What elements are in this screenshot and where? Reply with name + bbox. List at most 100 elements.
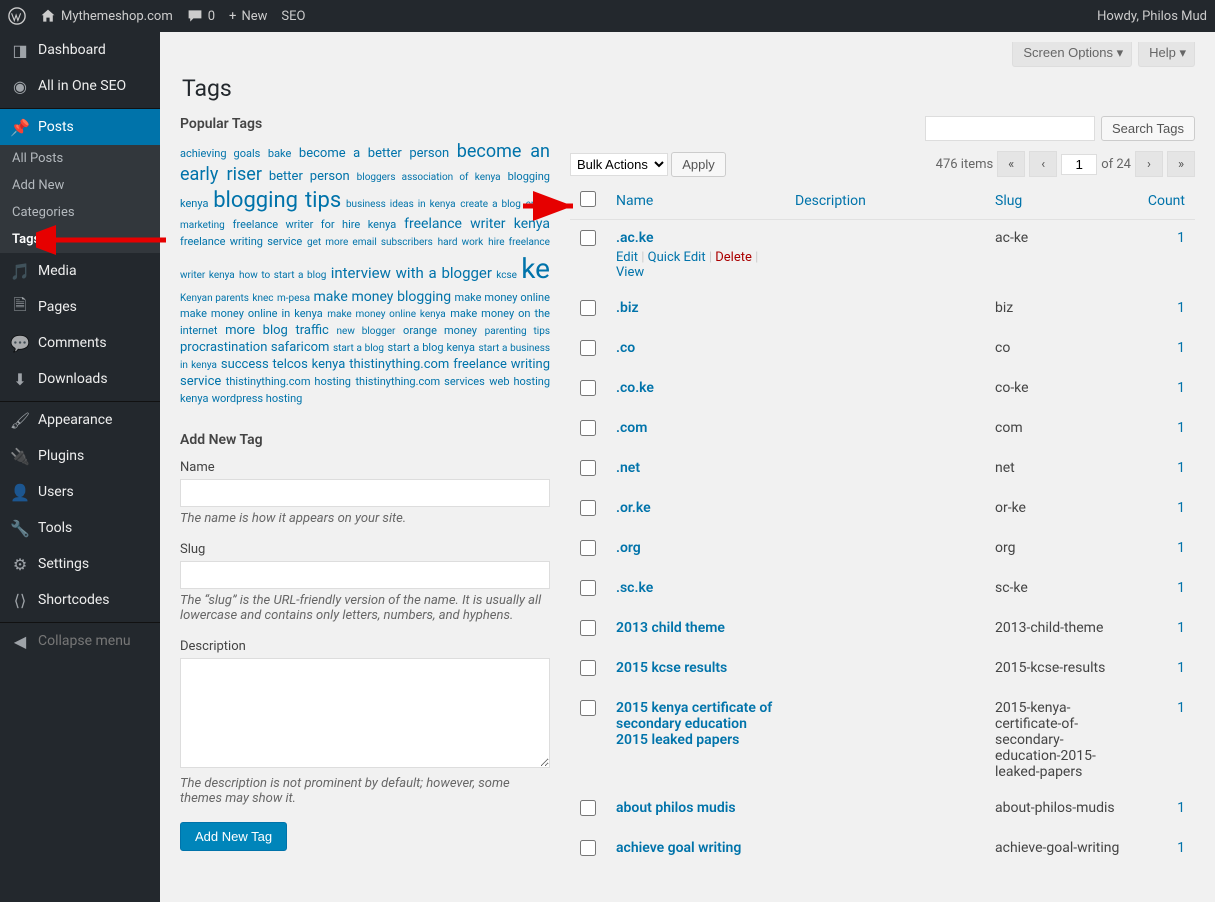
tagcloud-link[interactable]: bake bbox=[268, 147, 291, 160]
tag-name-link[interactable]: .net bbox=[616, 460, 640, 476]
tag-name-link[interactable]: about philos mudis bbox=[616, 800, 736, 816]
tagcloud-link[interactable]: hard work bbox=[438, 237, 484, 248]
tagcloud-link[interactable]: m-pesa bbox=[277, 293, 310, 304]
tag-slug-input[interactable] bbox=[180, 561, 550, 589]
tag-count-link[interactable]: 1 bbox=[1177, 580, 1185, 596]
add-new-tag-button[interactable]: Add New Tag bbox=[180, 822, 287, 851]
search-tags-button[interactable]: Search Tags bbox=[1101, 116, 1195, 141]
tagcloud-link[interactable]: safaricom bbox=[271, 340, 330, 355]
row-checkbox[interactable] bbox=[580, 840, 596, 856]
help-toggle[interactable]: Help ▾ bbox=[1138, 42, 1195, 67]
tagcloud-link[interactable]: make money online kenya bbox=[327, 309, 446, 320]
tag-name-link[interactable]: 2015 kcse results bbox=[616, 660, 727, 676]
tagcloud-link[interactable]: create a blog bbox=[460, 199, 521, 210]
tag-name-link[interactable]: 2013 child theme bbox=[616, 620, 725, 636]
submenu-add-new[interactable]: Add New bbox=[0, 172, 160, 199]
tagcloud-link[interactable]: achieving goals bbox=[180, 147, 260, 160]
menu-comments[interactable]: 💬Comments bbox=[0, 325, 160, 361]
last-page-button[interactable]: » bbox=[1167, 151, 1195, 177]
menu-appearance[interactable]: 🖌Appearance bbox=[0, 402, 160, 438]
menu-tools[interactable]: 🔧Tools bbox=[0, 510, 160, 546]
comments-link[interactable]: 0 bbox=[187, 8, 215, 24]
row-action-view[interactable]: View bbox=[616, 265, 644, 280]
row-checkbox[interactable] bbox=[580, 300, 596, 316]
tagcloud-link[interactable]: become a better person bbox=[299, 146, 449, 161]
tag-name-link[interactable]: .org bbox=[616, 540, 641, 556]
tag-count-link[interactable]: 1 bbox=[1177, 420, 1185, 436]
tagcloud-link[interactable]: bloggers association of kenya bbox=[357, 172, 501, 183]
tag-count-link[interactable]: 1 bbox=[1177, 300, 1185, 316]
tag-name-link[interactable]: 2015 kenya certificate of secondary educ… bbox=[616, 700, 772, 748]
tagcloud-link[interactable]: Kenyan parents bbox=[180, 293, 249, 304]
tagcloud-link[interactable]: new blogger bbox=[337, 326, 396, 337]
select-all-checkbox[interactable] bbox=[580, 191, 596, 207]
tagcloud-link[interactable]: wordpress hosting bbox=[212, 392, 303, 405]
tagcloud-link[interactable]: interview with a blogger bbox=[331, 264, 492, 282]
submenu-all-posts[interactable]: All Posts bbox=[0, 145, 160, 172]
row-checkbox[interactable] bbox=[580, 800, 596, 816]
row-checkbox[interactable] bbox=[580, 380, 596, 396]
row-checkbox[interactable] bbox=[580, 620, 596, 636]
row-action-delete[interactable]: Delete bbox=[715, 250, 752, 265]
tag-count-link[interactable]: 1 bbox=[1177, 460, 1185, 476]
tag-name-link[interactable]: .or.ke bbox=[616, 500, 651, 516]
menu-shortcodes[interactable]: ⟨⟩Shortcodes bbox=[0, 582, 160, 618]
menu-pages[interactable]: 🗎Pages bbox=[0, 289, 160, 325]
tag-search-input[interactable] bbox=[925, 116, 1095, 141]
column-slug[interactable]: Slug bbox=[985, 183, 1135, 220]
site-name[interactable]: Mythemeshop.com bbox=[40, 8, 173, 24]
tagcloud-link[interactable]: better person bbox=[269, 169, 350, 184]
row-action-quick-edit[interactable]: Quick Edit bbox=[648, 250, 706, 265]
tag-count-link[interactable]: 1 bbox=[1177, 700, 1185, 716]
tag-count-link[interactable]: 1 bbox=[1177, 340, 1185, 356]
menu-aioseo[interactable]: ◉All in One SEO bbox=[0, 68, 160, 104]
menu-plugins[interactable]: 🔌Plugins bbox=[0, 438, 160, 474]
tagcloud-link[interactable]: make money online bbox=[455, 291, 550, 304]
tag-name-link[interactable]: .sc.ke bbox=[616, 580, 653, 596]
tagcloud-link[interactable]: procrastination bbox=[180, 340, 267, 355]
tagcloud-link[interactable]: more blog traffic bbox=[225, 323, 329, 338]
column-count[interactable]: Count bbox=[1135, 183, 1195, 220]
bulk-action-select[interactable]: Bulk Actions bbox=[570, 153, 668, 176]
submenu-tags[interactable]: Tags bbox=[0, 226, 160, 253]
first-page-button[interactable]: « bbox=[997, 151, 1025, 177]
tagcloud-link[interactable]: telcos kenya bbox=[273, 357, 346, 372]
column-description[interactable]: Description bbox=[785, 183, 985, 220]
tagcloud-link[interactable]: start a blog kenya bbox=[387, 341, 475, 354]
screen-options-toggle[interactable]: Screen Options ▾ bbox=[1012, 42, 1132, 67]
tag-name-link[interactable]: .co.ke bbox=[616, 380, 654, 396]
menu-downloads[interactable]: ⬇Downloads bbox=[0, 361, 160, 397]
row-checkbox[interactable] bbox=[580, 660, 596, 676]
column-name[interactable]: Name bbox=[606, 183, 785, 220]
tagcloud-link[interactable]: blogging tips bbox=[213, 188, 341, 213]
tag-count-link[interactable]: 1 bbox=[1177, 500, 1185, 516]
tagcloud-link[interactable]: ke bbox=[521, 252, 550, 285]
tag-count-link[interactable]: 1 bbox=[1177, 660, 1185, 676]
tag-count-link[interactable]: 1 bbox=[1177, 620, 1185, 636]
tagcloud-link[interactable]: get more email subscribers bbox=[307, 237, 433, 248]
tag-name-input[interactable] bbox=[180, 479, 550, 507]
next-page-button[interactable]: › bbox=[1135, 151, 1163, 177]
tag-name-link[interactable]: .com bbox=[616, 420, 647, 436]
tagcloud-link[interactable]: how to start a blog bbox=[239, 270, 326, 281]
tag-count-link[interactable]: 1 bbox=[1177, 840, 1185, 856]
apply-bulk-button[interactable]: Apply bbox=[671, 152, 726, 177]
row-checkbox[interactable] bbox=[580, 460, 596, 476]
row-checkbox[interactable] bbox=[580, 700, 596, 716]
row-checkbox[interactable] bbox=[580, 230, 596, 246]
tagcloud-link[interactable]: orange money bbox=[403, 324, 477, 337]
tagcloud-link[interactable]: business ideas in kenya bbox=[346, 199, 456, 210]
row-action-edit[interactable]: Edit bbox=[616, 250, 638, 265]
tagcloud-link[interactable]: make money blogging bbox=[313, 289, 451, 305]
menu-users[interactable]: 👤Users bbox=[0, 474, 160, 510]
tagcloud-link[interactable]: kcse bbox=[496, 270, 517, 281]
tagcloud-link[interactable]: freelance writer kenya bbox=[404, 216, 550, 232]
tagcloud-link[interactable]: thistinything.com services bbox=[355, 375, 484, 388]
tag-count-link[interactable]: 1 bbox=[1177, 230, 1185, 246]
prev-page-button[interactable]: ‹ bbox=[1029, 151, 1057, 177]
tag-name-link[interactable]: .biz bbox=[616, 300, 639, 316]
menu-posts[interactable]: 📌Posts bbox=[0, 109, 160, 145]
row-checkbox[interactable] bbox=[580, 540, 596, 556]
tagcloud-link[interactable]: thistinything.com hosting bbox=[226, 375, 351, 388]
tag-name-link[interactable]: achieve goal writing bbox=[616, 840, 741, 856]
